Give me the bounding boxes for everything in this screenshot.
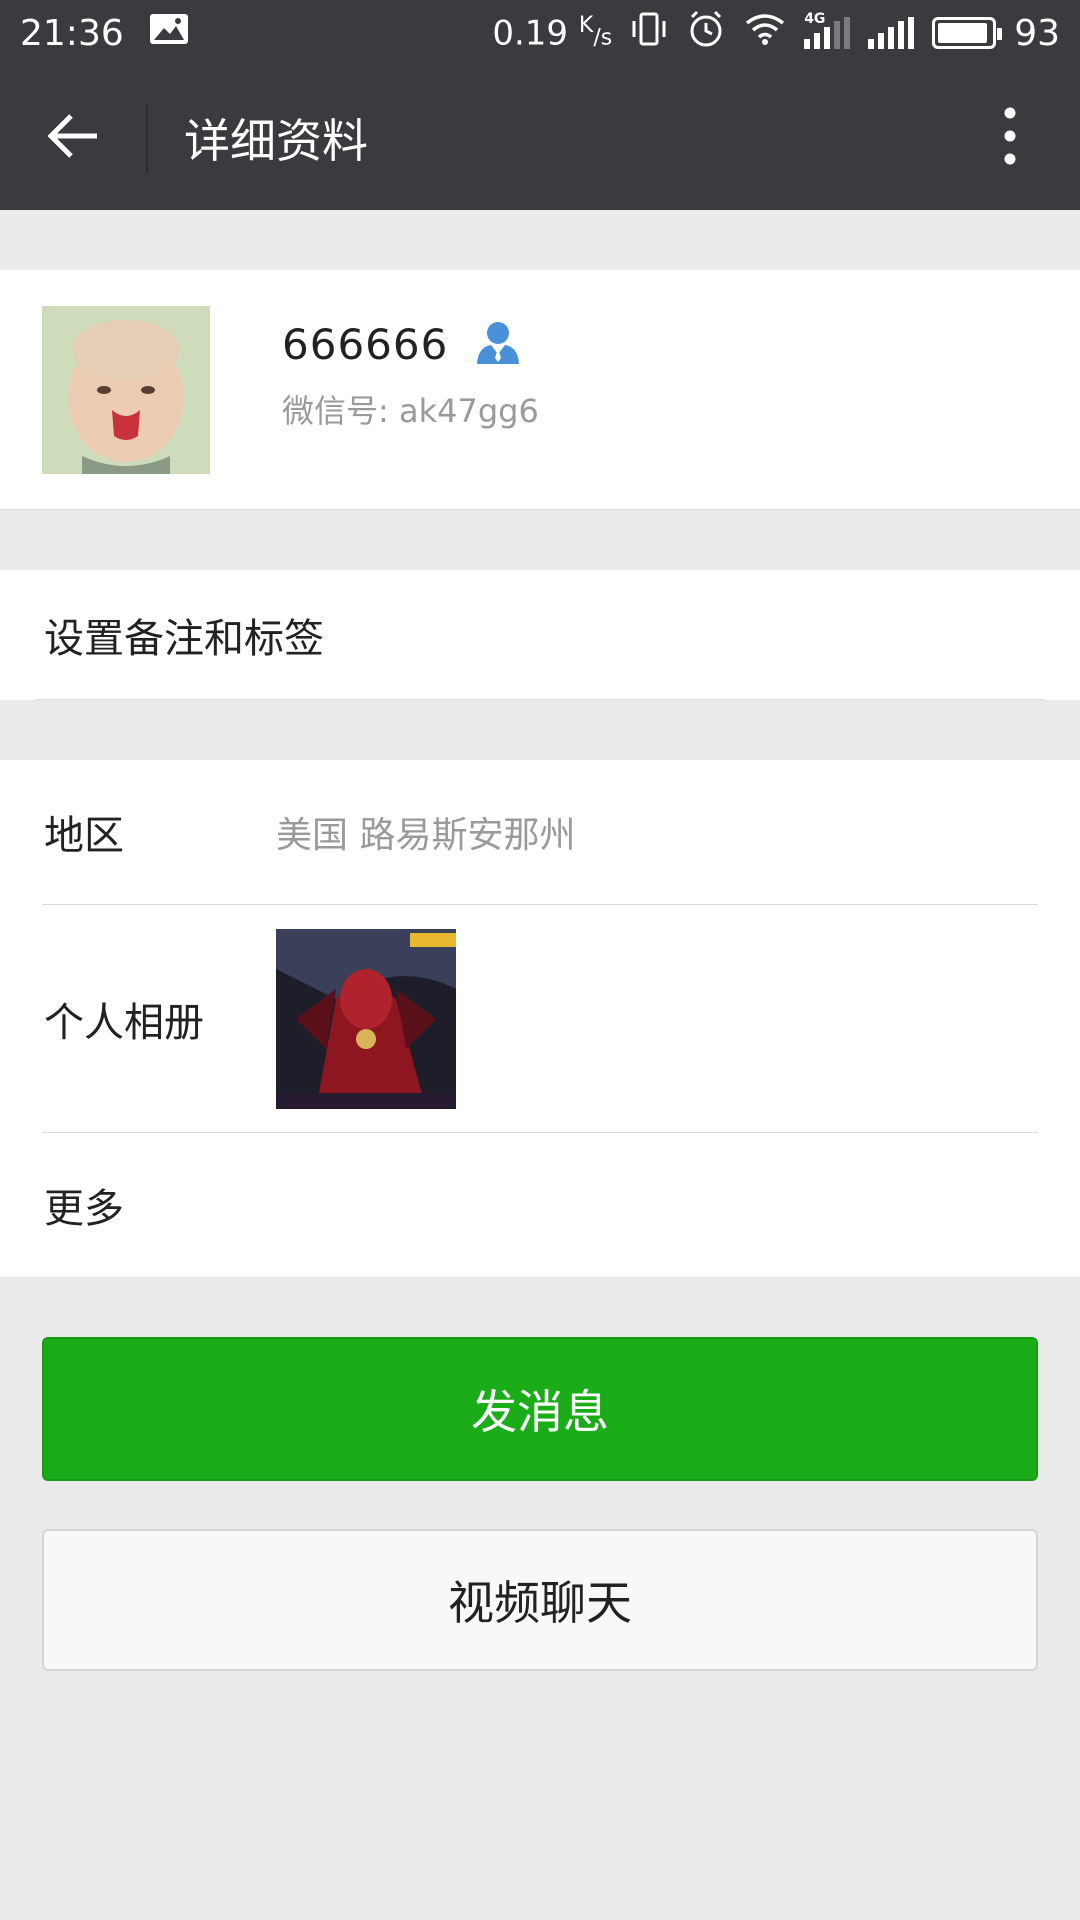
wifi-icon xyxy=(744,12,786,55)
info-group: 地区 美国 路易斯安那州 个人相册 更多 xyxy=(0,760,1080,1277)
alarm-icon xyxy=(686,9,726,58)
network-speed: 0.19 K/s xyxy=(492,12,613,54)
arrow-left-icon xyxy=(47,113,99,163)
remark-label: 设置备注和标签 xyxy=(44,616,324,662)
video-chat-button[interactable]: 视频聊天 xyxy=(42,1529,1038,1671)
album-thumbnail[interactable] xyxy=(276,928,456,1109)
image-notification-icon xyxy=(148,12,190,55)
wechat-id: 微信号: ak47gg6 xyxy=(282,392,539,430)
more-label: 更多 xyxy=(44,1186,124,1232)
battery-percent: 93 xyxy=(1014,12,1060,54)
app-bar-divider xyxy=(146,103,148,173)
profile-card: 666666 微信号: ak47gg6 xyxy=(0,270,1080,510)
status-bar: 21:36 0.19 K/s 4G 93 xyxy=(0,0,1080,66)
avatar[interactable] xyxy=(42,306,210,474)
status-time: 21:36 xyxy=(20,12,124,54)
region-row: 地区 美国 路易斯安那州 xyxy=(0,760,1080,904)
vibrate-icon xyxy=(630,11,668,56)
name-row: 666666 xyxy=(282,318,522,370)
user-icon xyxy=(474,318,522,370)
app-bar: 详细资料 xyxy=(0,66,1080,210)
page-title: 详细资料 xyxy=(184,114,368,168)
contact-name: 666666 xyxy=(282,319,449,369)
more-row[interactable]: 更多 xyxy=(0,1133,1080,1277)
signal-icon xyxy=(868,17,915,49)
album-label: 个人相册 xyxy=(44,999,204,1046)
cellular-4g-icon: 4G xyxy=(804,11,851,49)
more-vertical-icon xyxy=(1003,106,1017,170)
battery-icon xyxy=(932,17,1003,49)
back-button[interactable] xyxy=(0,66,146,210)
more-options-button[interactable] xyxy=(940,66,1080,210)
region-value: 美国 路易斯安那州 xyxy=(276,815,576,856)
send-message-button[interactable]: 发消息 xyxy=(42,1337,1038,1481)
region-label: 地区 xyxy=(44,813,124,859)
set-remark-and-tags-row[interactable]: 设置备注和标签 xyxy=(0,570,1080,700)
personal-album-row[interactable]: 个人相册 xyxy=(0,905,1080,1132)
